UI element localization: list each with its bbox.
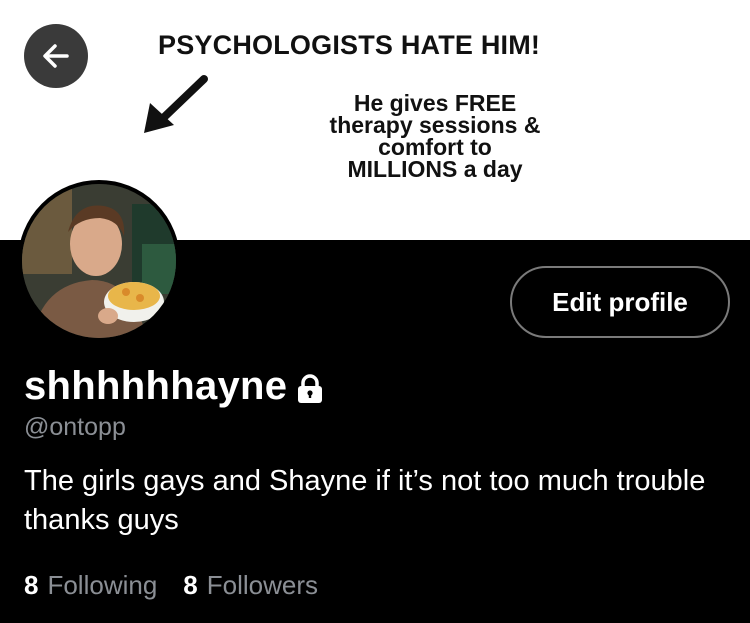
banner-headline: PSYCHOLOGISTS HATE HIM! (158, 30, 541, 60)
following-link[interactable]: 8 Following (24, 570, 157, 601)
avatar-image (22, 184, 176, 338)
arrow-left-icon (43, 44, 69, 68)
banner-body-line: comfort to (378, 134, 492, 160)
diagonal-arrow-icon (144, 75, 208, 133)
followers-label: Followers (206, 570, 319, 600)
banner-body: He gives FREE therapy sessions & comfort… (300, 90, 570, 182)
followers-count: 8 (183, 570, 198, 600)
profile-name-row: shhhhhhayne (24, 364, 325, 409)
following-count: 8 (24, 570, 39, 600)
lock-icon (298, 373, 323, 403)
following-label: Following (47, 570, 158, 600)
banner-body-line: therapy sessions & (329, 112, 541, 138)
profile-stats: 8 Following 8 Followers (24, 570, 344, 601)
banner-body-line: He gives FREE (353, 90, 517, 116)
banner-body-line: MILLIONS a day (347, 156, 523, 182)
followers-link[interactable]: 8 Followers (183, 570, 318, 601)
edit-profile-button[interactable]: Edit profile (510, 266, 730, 338)
profile-bio: The girls gays and Shayne if it’s not to… (24, 465, 706, 536)
display-name: shhhhhhayne (24, 364, 288, 408)
profile-handle: @ontopp (24, 413, 126, 441)
back-button[interactable] (24, 24, 88, 88)
avatar[interactable] (18, 180, 180, 342)
